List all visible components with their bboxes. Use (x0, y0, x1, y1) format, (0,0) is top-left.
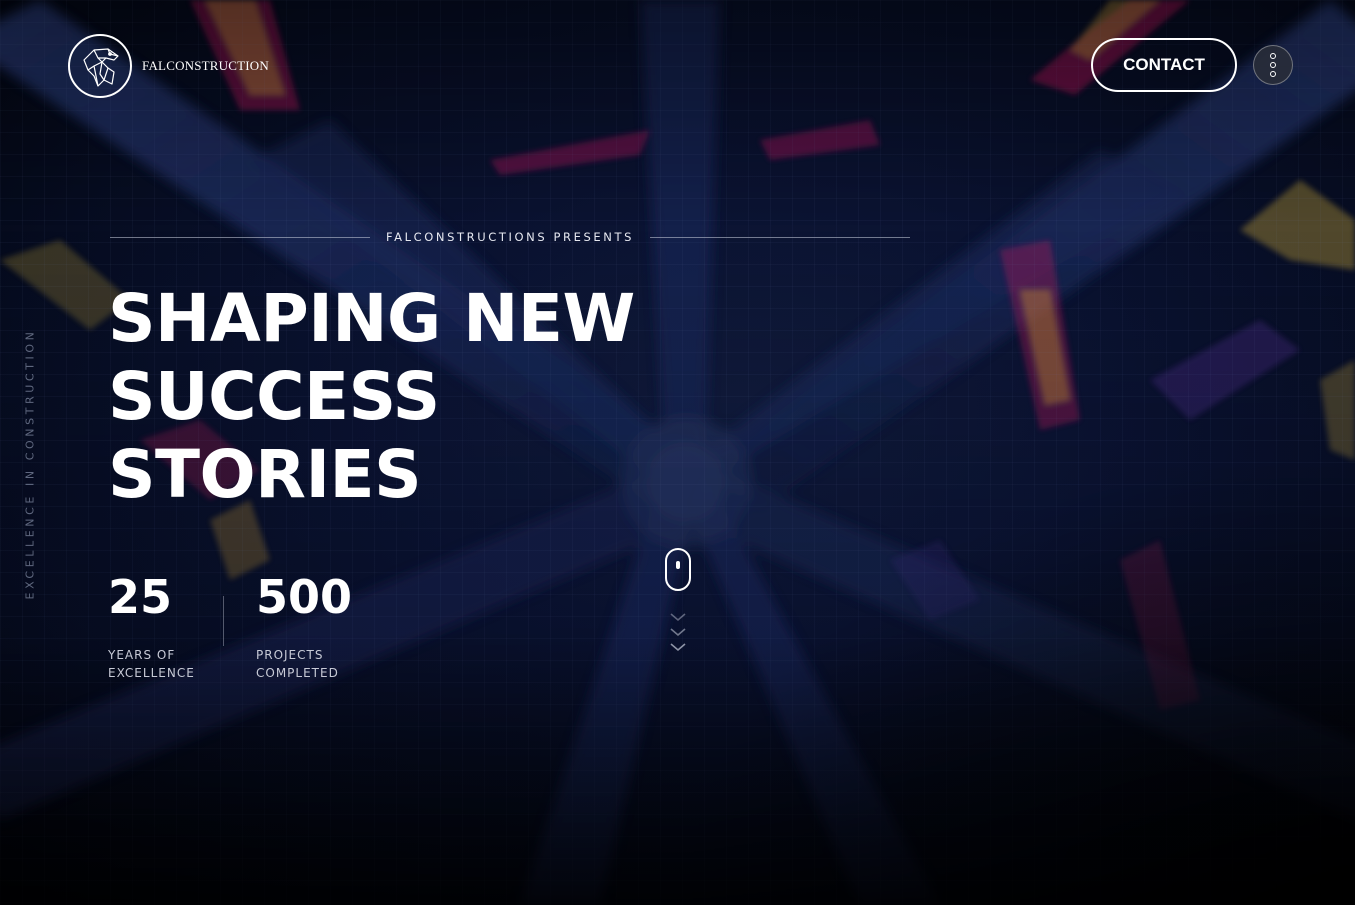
vertical-dots-icon (1270, 53, 1276, 59)
contact-button[interactable]: CONTACT (1091, 38, 1237, 92)
side-tagline: EXCELLENCE IN CONSTRUCTION (23, 328, 37, 600)
presents-label: FALCONSTRUCTIONS PRESENTS (386, 230, 634, 244)
presents-line-left (110, 236, 370, 238)
menu-button[interactable] (1253, 45, 1293, 85)
stat-label-line-2: EXCELLENCE (108, 666, 195, 680)
stat-value: 25 (108, 570, 173, 624)
stat-projects: 500 PROJECTS COMPLETED (256, 572, 386, 682)
logo-text: FALCONSTRUCTION (142, 58, 269, 73)
stat-label-line-2: COMPLETED (256, 666, 339, 680)
headline-line-1: SHAPING NEW (108, 280, 635, 357)
chevron-down-icon (670, 613, 686, 652)
presents-line-right (650, 236, 910, 238)
headline-line-3: STORIES (108, 436, 422, 513)
presents-banner: FALCONSTRUCTIONS PRESENTS (110, 229, 910, 245)
site-logo[interactable]: FALCONSTRUCTION (68, 34, 269, 98)
stat-years: 25 YEARS OF EXCELLENCE (108, 572, 218, 682)
hero-headline: SHAPING NEW SUCCESS STORIES (108, 280, 728, 514)
stat-value: 500 (256, 570, 353, 624)
stat-label: YEARS OF EXCELLENCE (108, 646, 218, 682)
headline-line-2: SUCCESS (108, 358, 440, 435)
mouse-wheel (676, 561, 680, 569)
falcon-logo-icon (68, 34, 132, 98)
mouse-scroll-icon[interactable] (665, 548, 691, 591)
stat-label: PROJECTS COMPLETED (256, 646, 386, 682)
stat-label-line-1: YEARS OF (108, 648, 176, 662)
stat-divider (223, 596, 224, 646)
stat-label-line-1: PROJECTS (256, 648, 324, 662)
